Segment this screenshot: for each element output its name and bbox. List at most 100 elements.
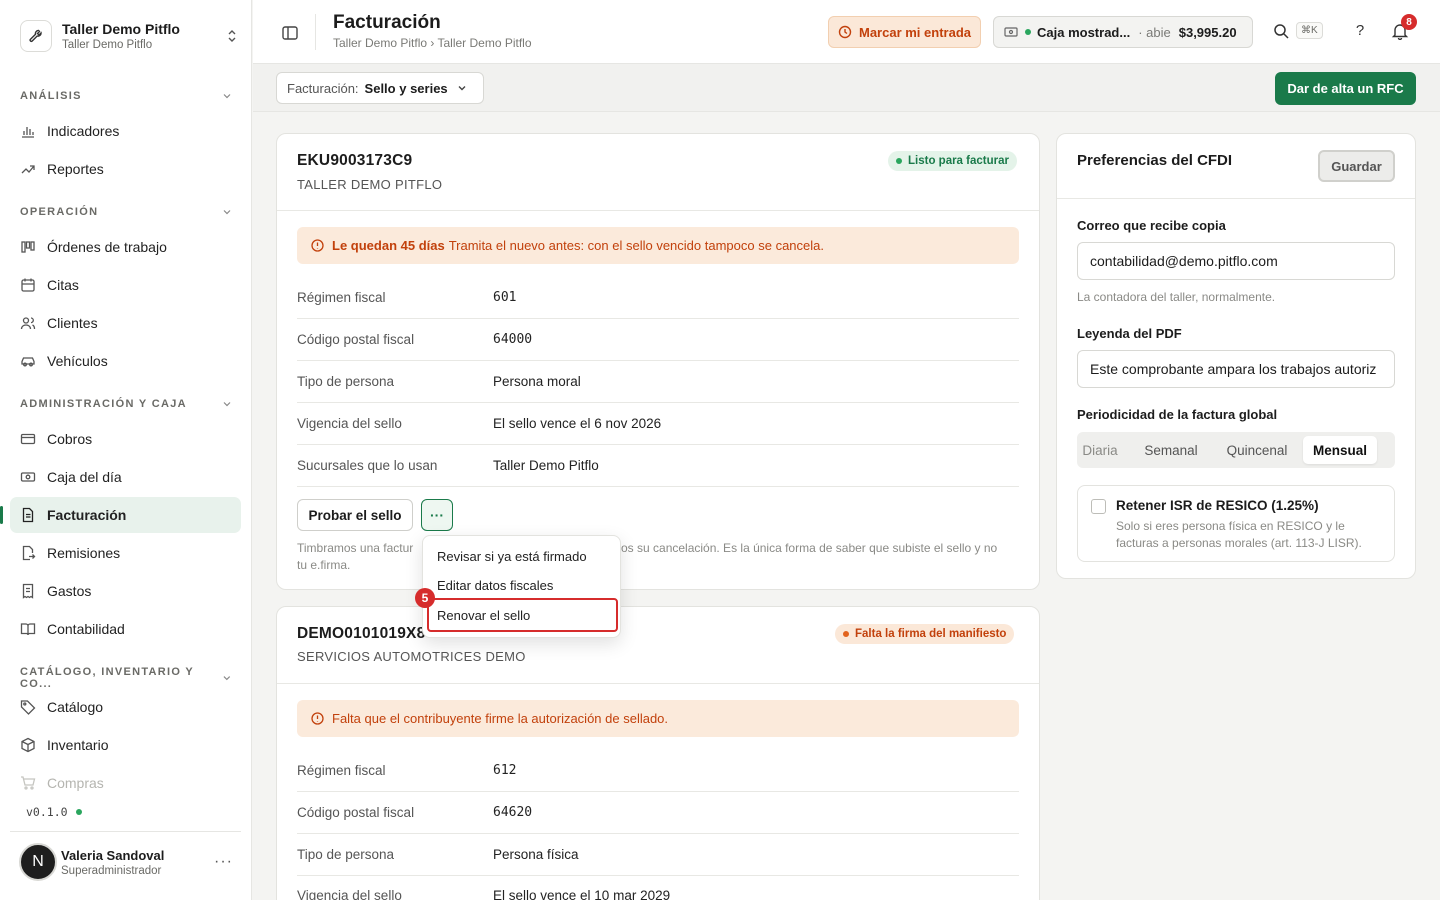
section-operacion[interactable]: OPERACIÓN bbox=[20, 206, 232, 218]
section-administracion[interactable]: ADMINISTRACIÓN Y CAJA bbox=[20, 398, 232, 410]
sidebar-item-clientes[interactable]: Clientes bbox=[10, 305, 241, 341]
isr-retention-option[interactable]: Retener ISR de RESICO (1.25%) Solo si er… bbox=[1077, 485, 1395, 562]
user-name: Valeria Sandoval bbox=[61, 847, 165, 863]
emisor-rfc: EKU9003173C9 bbox=[297, 152, 413, 169]
select-value: Sello y series bbox=[364, 80, 448, 96]
section-catalogo[interactable]: CATÁLOGO, INVENTARIO Y CO... bbox=[20, 666, 232, 690]
search-icon[interactable] bbox=[1272, 22, 1290, 40]
field-label: Código postal fiscal bbox=[297, 805, 415, 820]
chevron-up-down-icon bbox=[228, 30, 236, 42]
section-label: ANÁLISIS bbox=[20, 90, 82, 102]
field-label: Tipo de persona bbox=[297, 374, 395, 389]
field-label: Tipo de persona bbox=[297, 847, 395, 862]
field-value: El sello vence el 6 nov 2026 bbox=[493, 416, 662, 431]
sidebar-item-ordenes[interactable]: Órdenes de trabajo bbox=[10, 229, 241, 265]
sidebar-item-facturacion[interactable]: Facturación bbox=[0, 497, 241, 533]
facturacion-view-select[interactable]: Facturación: Sello y series bbox=[276, 72, 484, 104]
sidebar-item-caja-del-dia[interactable]: Caja del día bbox=[10, 459, 241, 495]
period-option-semanal[interactable]: Semanal bbox=[1133, 436, 1209, 464]
sidebar-item-label: Remisiones bbox=[47, 545, 121, 561]
help-icon[interactable]: ? bbox=[1351, 22, 1369, 40]
divider bbox=[277, 683, 1039, 684]
sidebar-item-remisiones[interactable]: Remisiones bbox=[10, 535, 241, 571]
alert-circle-icon bbox=[311, 712, 324, 725]
cash-icon bbox=[20, 472, 36, 482]
alert-circle-icon bbox=[311, 239, 324, 252]
test-seal-button[interactable]: Probar el sello bbox=[297, 499, 413, 531]
caja-amount: $3,995.20 bbox=[1178, 24, 1237, 40]
caja-selector[interactable]: Caja mostrad... · abie $3,995.20 bbox=[993, 16, 1253, 48]
workspace-name: Taller Demo Pitflo bbox=[62, 21, 180, 37]
book-open-icon bbox=[20, 623, 36, 636]
credit-card-icon bbox=[20, 433, 36, 445]
period-label: Periodicidad de la factura global bbox=[1077, 407, 1278, 422]
workspace-switcher[interactable]: Taller Demo Pitflo Taller Demo Pitflo bbox=[20, 18, 240, 54]
sidebar-item-label: Catálogo bbox=[47, 699, 104, 715]
chevron-down-icon bbox=[223, 210, 231, 215]
sidebar-item-label: Facturación bbox=[47, 507, 127, 523]
filter-bar: Facturación: Sello y series Dar de alta … bbox=[253, 64, 1440, 112]
sidebar-item-contabilidad[interactable]: Contabilidad bbox=[10, 611, 241, 647]
sidebar-item-compras[interactable]: Compras bbox=[10, 765, 241, 801]
sidebar-item-reportes[interactable]: Reportes bbox=[10, 151, 241, 187]
status-dot bbox=[896, 158, 902, 164]
sidebar-item-cobros[interactable]: Cobros bbox=[10, 421, 241, 457]
sidebar-item-catalogo[interactable]: Catálogo bbox=[10, 689, 241, 725]
email-field[interactable]: contabilidad@demo.pitflo.com bbox=[1077, 242, 1395, 280]
more-horizontal-icon[interactable]: ··· bbox=[214, 853, 233, 871]
isr-title: Retener ISR de RESICO (1.25%) bbox=[1116, 498, 1319, 513]
receipt-icon bbox=[22, 583, 34, 599]
help-text: os su cancelación. Es la única forma de … bbox=[621, 541, 998, 555]
sidebar-item-gastos[interactable]: Gastos bbox=[10, 573, 241, 609]
divider bbox=[297, 875, 1019, 876]
field-value: 612 bbox=[493, 763, 517, 778]
alert-text: Tramita el nuevo antes: con el sello ven… bbox=[448, 238, 824, 253]
save-button[interactable]: Guardar bbox=[1318, 150, 1395, 182]
status-label: Listo para facturar bbox=[908, 155, 1009, 167]
sidebar-item-vehiculos[interactable]: Vehículos bbox=[10, 343, 241, 379]
sidebar-item-label: Compras bbox=[47, 775, 104, 791]
sidebar-item-citas[interactable]: Citas bbox=[10, 267, 241, 303]
user-menu[interactable]: N Valeria Sandoval Superadministrador ··… bbox=[19, 842, 241, 882]
sidebar-item-label: Reportes bbox=[47, 161, 104, 177]
field-value: 64620 bbox=[493, 805, 533, 820]
field-label: Código postal fiscal bbox=[297, 332, 415, 347]
menu-item-revisar-firma[interactable]: Revisar si ya está firmado bbox=[423, 542, 622, 571]
emisor-rfc: DEMO0101019X8 bbox=[297, 625, 426, 642]
more-actions-button[interactable]: ··· bbox=[421, 499, 453, 531]
sidebar-item-label: Clientes bbox=[47, 315, 98, 331]
divider bbox=[297, 486, 1019, 487]
chevron-down-icon bbox=[223, 676, 231, 681]
menu-item-renovar-sello[interactable]: Renovar el sello bbox=[427, 598, 618, 632]
sidebar-item-label: Cobros bbox=[47, 431, 93, 447]
sidebar-toggle-icon[interactable] bbox=[281, 24, 299, 42]
legend-label: Leyenda del PDF bbox=[1077, 326, 1182, 341]
section-label: OPERACIÓN bbox=[20, 206, 99, 218]
pdf-legend-field[interactable]: Este comprobante ampara los trabajos aut… bbox=[1077, 350, 1395, 388]
field-value: Persona moral bbox=[493, 374, 581, 389]
section-label: CATÁLOGO, INVENTARIO Y CO... bbox=[20, 666, 194, 690]
expiry-alert: Le quedan 45 días Tramita el nuevo antes… bbox=[297, 227, 1019, 264]
select-prefix: Facturación: bbox=[287, 80, 359, 96]
divider bbox=[297, 833, 1019, 834]
period-option-diaria[interactable]: Diaria bbox=[1077, 436, 1125, 464]
preferences-title: Preferencias del CFDI bbox=[1077, 152, 1233, 169]
period-option-quincenal[interactable]: Quincenal bbox=[1215, 436, 1299, 464]
help-text: tu e.firma. bbox=[297, 558, 351, 572]
field-value: Taller Demo Pitflo bbox=[493, 458, 599, 473]
menu-item-editar-datos[interactable]: Editar datos fiscales bbox=[423, 571, 622, 600]
section-label: ADMINISTRACIÓN Y CAJA bbox=[20, 398, 187, 410]
period-option-mensual[interactable]: Mensual bbox=[1303, 436, 1377, 464]
add-rfc-button[interactable]: Dar de alta un RFC bbox=[1275, 72, 1416, 105]
sidebar-item-label: Caja del día bbox=[47, 469, 122, 485]
isr-checkbox[interactable] bbox=[1091, 499, 1106, 514]
avatar: N bbox=[19, 843, 57, 881]
caja-state-label: abie bbox=[1146, 24, 1171, 40]
field-value: 601 bbox=[493, 290, 517, 305]
field-label: Vigencia del sello bbox=[297, 416, 402, 431]
sidebar-item-indicadores[interactable]: Indicadores bbox=[10, 113, 241, 149]
invoice-icon bbox=[22, 507, 34, 523]
marcar-entrada-button[interactable]: Marcar mi entrada bbox=[828, 16, 981, 48]
section-analisis[interactable]: ANÁLISIS bbox=[20, 90, 232, 102]
sidebar-item-inventario[interactable]: Inventario bbox=[10, 727, 241, 763]
